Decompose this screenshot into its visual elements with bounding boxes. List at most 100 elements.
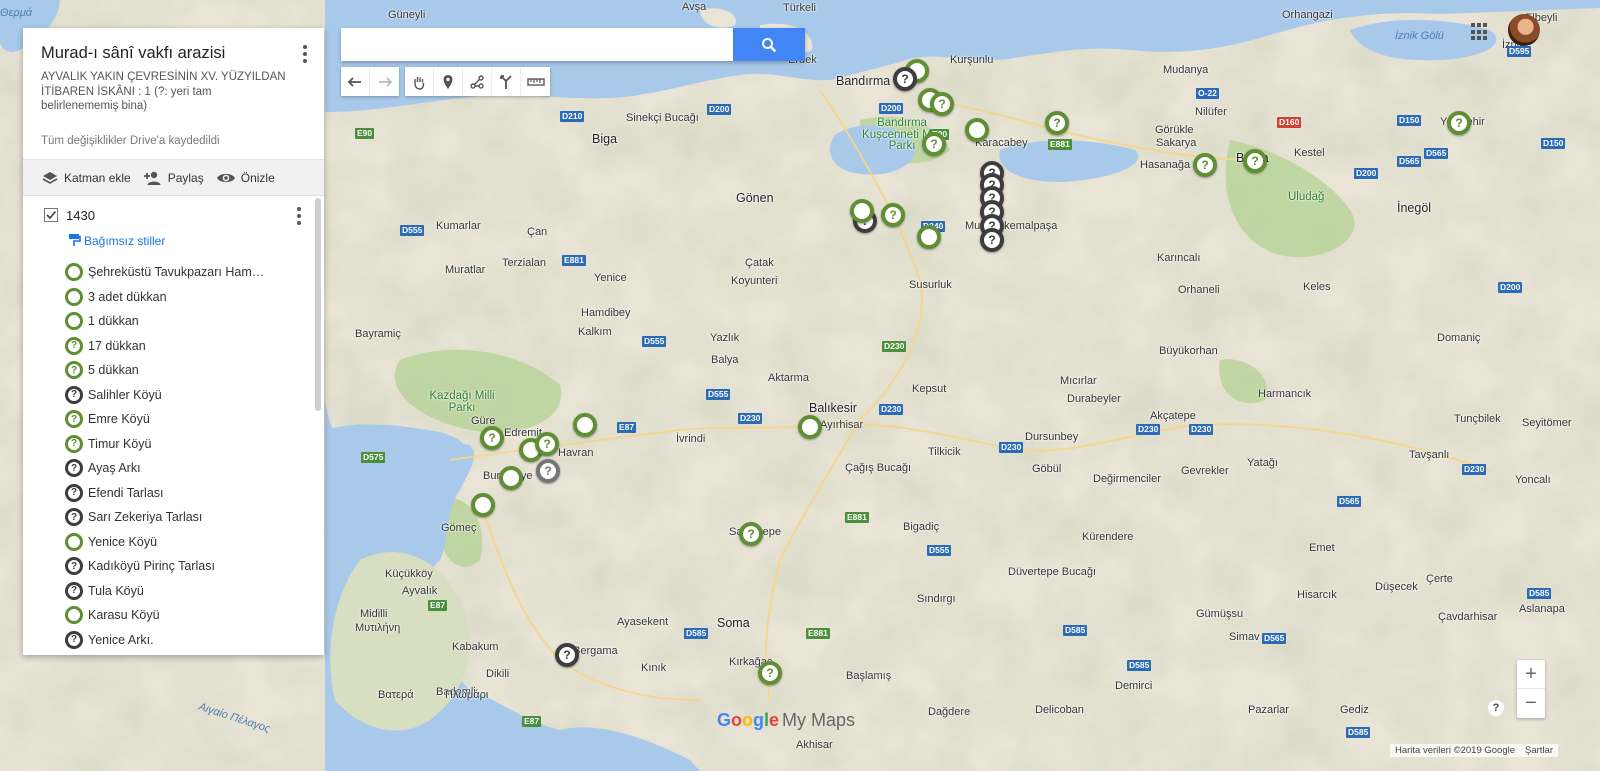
layer-list-item[interactable]: ? Ayaş Arkı	[23, 456, 324, 481]
map-options-icon[interactable]	[296, 44, 314, 64]
save-status: Tüm değişiklikler Drive'a kaydedildi	[41, 134, 220, 147]
circle-map-marker[interactable]	[471, 493, 495, 517]
map-title[interactable]: Murad-ı sânî vakfı arazisi	[41, 44, 306, 63]
question-map-marker[interactable]: ?	[758, 661, 782, 685]
circle-map-marker[interactable]	[798, 415, 822, 439]
layer-item-label: Yenice Köyü	[88, 534, 158, 549]
map-place-label: Kınık	[641, 662, 667, 674]
road-shield: E881	[806, 628, 830, 639]
apps-grid-icon[interactable]	[1471, 23, 1489, 41]
zoom-in-button[interactable]: +	[1517, 660, 1545, 689]
map-place-label: Kalkım	[578, 326, 612, 338]
layer-list-item[interactable]: ? Tula Köyü	[23, 579, 324, 604]
layer-list-item[interactable]: ? Kadıköyü Pirinç Tarlası	[23, 554, 324, 579]
question-map-marker[interactable]: ?	[881, 203, 905, 227]
question-map-marker[interactable]: ?	[480, 426, 504, 450]
map-toolbar	[341, 67, 556, 96]
layer-list-item[interactable]: ? Emre Köyü	[23, 407, 324, 432]
question-map-marker[interactable]: ?	[1193, 153, 1217, 177]
road-shield: E87	[617, 422, 637, 433]
map-place-label: Bandırma	[836, 74, 891, 88]
question-map-marker[interactable]: ?	[1045, 111, 1069, 135]
panel-scrollbar[interactable]	[315, 198, 321, 411]
draw-line-icon[interactable]	[463, 67, 492, 96]
question-marker-icon: ?	[65, 410, 83, 429]
road-shield: E87	[428, 600, 448, 611]
circle-map-marker[interactable]	[573, 413, 597, 437]
layer-options-icon[interactable]	[290, 206, 308, 226]
map-place-label: Kabakum	[452, 641, 499, 653]
map-place-label: Kepsut	[912, 383, 947, 395]
circle-map-marker[interactable]	[499, 466, 523, 490]
eye-icon	[216, 173, 235, 182]
layer-list-item[interactable]: Karasu Köyü	[23, 603, 324, 628]
question-map-marker[interactable]: ?	[536, 459, 560, 483]
map-place-label: Tilkicik	[928, 446, 961, 458]
terms-link[interactable]: Şartlar	[1525, 745, 1553, 756]
map-description[interactable]: AYVALIK YAKIN ÇEVRESİNİN XV. YÜZYILDAN İ…	[41, 70, 306, 114]
question-map-marker[interactable]: ?	[739, 522, 763, 546]
question-map-marker[interactable]: ?	[535, 432, 559, 456]
redo-icon[interactable]	[370, 67, 399, 96]
share-button[interactable]: Paylaş	[143, 170, 204, 186]
map-place-label: Harmancık	[1258, 388, 1312, 400]
layer-visibility-checkbox[interactable]	[44, 208, 58, 222]
circle-map-marker[interactable]	[850, 199, 874, 223]
layer-1430: 1430 Bağımsız stiller Şehreküstü Tavukpa…	[23, 196, 324, 654]
road-shield: D595	[1507, 46, 1532, 57]
map-place-label: Domaniç	[1437, 332, 1481, 344]
add-layer-button[interactable]: Katman ekle	[41, 170, 131, 186]
circle-map-marker[interactable]	[917, 225, 941, 249]
question-map-marker[interactable]: ?	[980, 228, 1004, 252]
map-place-label: Göbül	[1032, 463, 1062, 475]
preview-button[interactable]: Önizle	[216, 171, 275, 185]
map-place-label: Soma	[717, 616, 750, 630]
map-place-label: Gönen	[736, 191, 774, 205]
layer-item-label: 1 dükkan	[88, 314, 139, 329]
map-place-label: Çavdarhisar	[1438, 611, 1498, 623]
layer-list-item[interactable]: ? 5 dükkan	[23, 358, 324, 383]
question-map-marker[interactable]: ?	[930, 92, 954, 116]
layer-list-item[interactable]: 1 dükkan	[23, 309, 324, 334]
layer-list-item[interactable]: Yenice Köyü	[23, 530, 324, 555]
question-map-marker[interactable]: ?	[1447, 111, 1471, 135]
marker-icon[interactable]	[434, 67, 463, 96]
undo-icon[interactable]	[341, 67, 370, 96]
layer-list-item[interactable]: ? Salihler Köyü	[23, 383, 324, 408]
layer-list-item[interactable]: 3 adet dükkan	[23, 285, 324, 310]
layer-item-label: Salihler Köyü	[88, 387, 162, 402]
circle-map-marker[interactable]	[965, 118, 989, 142]
add-person-icon	[143, 171, 161, 185]
layer-list-item[interactable]: Şehreküstü Tavukpazarı Ham…	[23, 260, 324, 285]
hand-icon[interactable]	[405, 67, 434, 96]
question-marker-icon: ?	[65, 581, 83, 600]
search-button[interactable]	[733, 28, 805, 61]
search-input[interactable]	[341, 28, 733, 61]
individual-styles-link[interactable]: Bağımsız stiller	[23, 233, 324, 248]
directions-icon[interactable]	[492, 67, 521, 96]
help-icon[interactable]: ?	[1488, 700, 1504, 716]
map-place-label: Μυτιλήνη	[355, 622, 401, 634]
layer-list-item[interactable]: ? 17 dükkan	[23, 334, 324, 359]
road-shield: D230	[1136, 424, 1161, 435]
layer-name[interactable]: 1430	[66, 208, 95, 223]
layer-list-item[interactable]: ? Efendi Tarlası	[23, 481, 324, 506]
layer-list-item[interactable]: ? Sarı Zekeriya Tarlası	[23, 505, 324, 530]
layer-item-label: Efendi Tarlası	[88, 485, 164, 500]
map-place-label: Yenice	[594, 272, 627, 284]
question-map-marker[interactable]: ?	[922, 132, 946, 156]
map-place-label: Güneyli	[388, 9, 426, 21]
zoom-out-button[interactable]: −	[1517, 689, 1545, 718]
map-place-label: Gevrekler	[1181, 465, 1229, 477]
question-map-marker[interactable]: ?	[1243, 149, 1267, 173]
zoom-control: + −	[1517, 660, 1545, 718]
question-map-marker[interactable]: ?	[893, 67, 917, 91]
road-shield: D585	[1127, 660, 1152, 671]
layer-item-label: Kadıköyü Pirinç Tarlası	[88, 559, 215, 574]
layer-list-item[interactable]: ? Yenice Arkı.	[23, 628, 324, 653]
avatar[interactable]	[1508, 14, 1540, 46]
layer-item-label: Karasu Köyü	[88, 608, 160, 623]
layer-list-item[interactable]: ? Timur Köyü	[23, 432, 324, 457]
question-map-marker[interactable]: ?	[555, 643, 579, 667]
ruler-icon[interactable]	[521, 67, 550, 96]
